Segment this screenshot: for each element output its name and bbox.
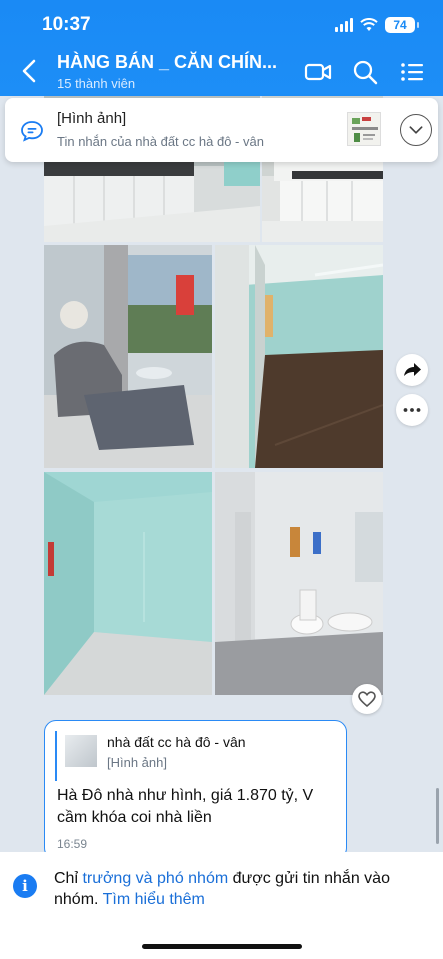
- wifi-icon: [360, 18, 378, 31]
- notice-prefix: Chỉ: [54, 870, 83, 887]
- notice-roles-link[interactable]: trưởng và phó nhóm: [82, 870, 228, 887]
- chat-bubble-icon: [21, 121, 43, 142]
- more-icon: [403, 408, 421, 412]
- chevron-down-icon[interactable]: [400, 114, 432, 146]
- video-call-icon[interactable]: [304, 58, 332, 86]
- quote-bar: [55, 731, 57, 781]
- status-icons: 74: [335, 17, 419, 33]
- scrollbar[interactable]: [436, 788, 439, 844]
- quote-sender: nhà đất cc hà đô - vân: [107, 734, 246, 750]
- status-time: 10:37: [42, 14, 91, 35]
- pinned-subtitle: Tin nhắn của nhà đất cc hà đô - vân: [57, 134, 264, 149]
- member-count[interactable]: 15 thành viên: [57, 76, 135, 91]
- more-button[interactable]: [396, 394, 428, 426]
- heart-icon: [358, 691, 376, 708]
- search-icon[interactable]: [351, 58, 379, 86]
- signal-icon: [335, 18, 353, 32]
- list-menu-icon[interactable]: [398, 58, 426, 86]
- photo-bathroom[interactable]: [215, 472, 383, 695]
- react-heart-button[interactable]: [352, 684, 382, 714]
- pinned-title: [Hình ảnh]: [57, 110, 127, 127]
- battery-indicator: 74: [385, 17, 419, 33]
- info-icon: i: [13, 874, 37, 898]
- message-bubble[interactable]: nhà đất cc hà đô - vân [Hình ảnh] Hà Đô …: [44, 720, 347, 860]
- chat-header: 10:37 74 HÀNG BÁN _ CĂN CHÍN... 15 thành…: [0, 0, 443, 96]
- message-time: 16:59: [57, 837, 88, 851]
- pinned-thumbnail: [347, 112, 381, 146]
- message-text: Hà Đô nhà như hình, giá 1.870 tỷ, V cầm …: [57, 787, 314, 826]
- quote-type: [Hình ảnh]: [107, 755, 167, 770]
- back-icon[interactable]: [18, 58, 42, 84]
- photo-empty-room[interactable]: [44, 472, 212, 695]
- learn-more-link[interactable]: Tìm hiểu thêm: [103, 891, 205, 908]
- photo-bedroom[interactable]: [215, 245, 383, 468]
- home-indicator: [142, 944, 302, 949]
- pinned-message[interactable]: [Hình ảnh] Tin nhắn của nhà đất cc hà đô…: [5, 98, 438, 162]
- status-bar: 10:37 74: [0, 14, 443, 38]
- photo-living-room[interactable]: [44, 245, 212, 468]
- share-icon: [404, 363, 421, 376]
- notice-text: Chỉ trưởng và phó nhóm được gửi tin nhắn…: [54, 868, 424, 910]
- share-button[interactable]: [396, 354, 428, 386]
- quote-thumbnail: [65, 735, 97, 767]
- group-title[interactable]: HÀNG BÁN _ CĂN CHÍN...: [57, 52, 277, 73]
